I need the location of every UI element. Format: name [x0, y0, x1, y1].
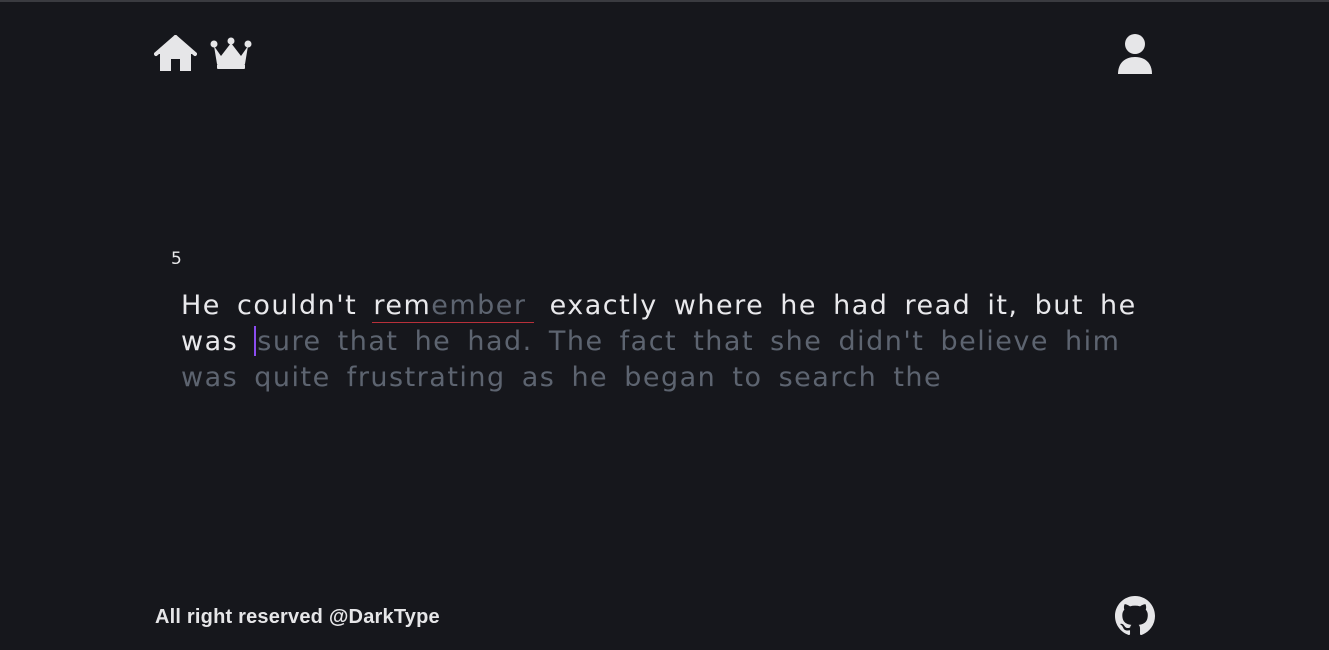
typing-caret	[254, 326, 257, 356]
typing-test-text[interactable]: He couldn't remember exactly where he ha…	[181, 288, 1141, 396]
window-top-border	[0, 0, 1329, 2]
footer-copyright: All right reserved @DarkType	[155, 606, 440, 628]
incorrect-word: remember	[372, 290, 534, 323]
home-icon[interactable]	[154, 35, 197, 73]
word-counter: 5	[171, 249, 182, 269]
github-icon[interactable]	[1115, 596, 1155, 636]
pending-text: sure that he had. The fact that she didn…	[257, 326, 1121, 357]
user-icon[interactable]	[1116, 33, 1154, 75]
typed-text: He couldn't	[181, 290, 374, 321]
text-line-3: was quite frustrating as he began to sea…	[181, 360, 1141, 396]
incorrect-word-typed: rem	[373, 290, 432, 321]
pending-text: was quite frustrating as he began to sea…	[181, 362, 943, 393]
typed-text: exactly where he had read it, but he	[549, 290, 1137, 321]
crown-icon[interactable]	[210, 37, 252, 71]
text-line-2: was sure that he had. The fact that she …	[181, 324, 1141, 360]
incorrect-word-remaining: ember	[431, 290, 527, 321]
typed-text: was	[181, 326, 255, 357]
text-line-1: He couldn't remember exactly where he ha…	[181, 288, 1141, 324]
